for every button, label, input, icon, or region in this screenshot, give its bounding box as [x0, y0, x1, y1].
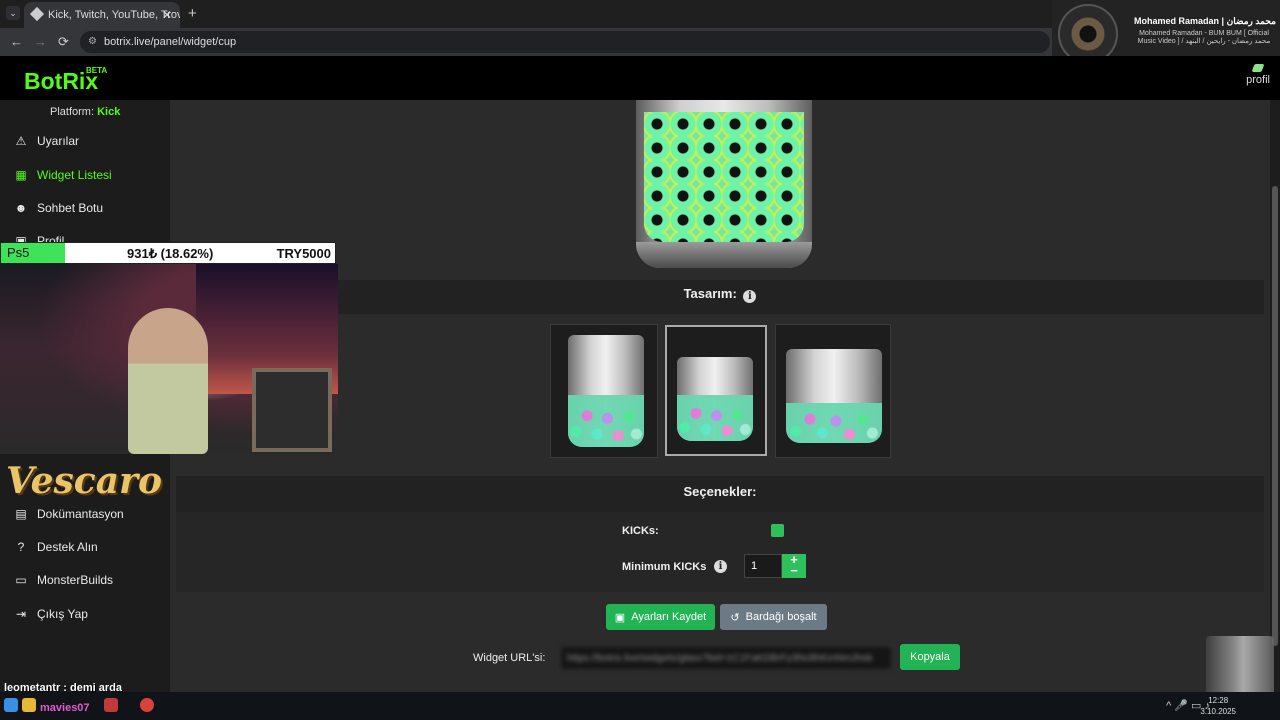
cup-wide-icon [786, 349, 882, 443]
warning-icon: ⚠ [15, 134, 27, 148]
min-kicks-label: Minimum KICKs [622, 561, 706, 573]
kicks-checkbox[interactable] [771, 524, 784, 537]
minus-button[interactable]: − [782, 564, 806, 577]
balls [786, 403, 882, 443]
back-button[interactable]: ← [10, 34, 23, 49]
info-icon[interactable]: i [714, 560, 727, 573]
cup-tall-icon [568, 335, 644, 447]
kicks-label: KICKs: [622, 525, 659, 537]
profile-link[interactable]: profil [1246, 64, 1270, 86]
beta-badge: BETA [86, 66, 108, 75]
platform-label: Platform: [50, 106, 95, 118]
url-text: botrix.live/panel/widget/cup [104, 36, 237, 48]
media-title: Mohamed Ramadan | محمد رمضان [1134, 16, 1276, 26]
new-tab-button[interactable]: + [188, 5, 197, 22]
profile-icon [1251, 64, 1265, 72]
tab-close-icon[interactable]: ✕ [162, 8, 172, 22]
clock-time: 12:28 [1208, 696, 1229, 705]
sidebar-item-label: Dokümantasyon [37, 507, 124, 521]
cup-short-icon [677, 357, 753, 441]
taskbar: mavies07 ^ 🎤 ▭ ♪ 12:28 3.10.2025 [0, 692, 1280, 720]
url-field[interactable]: ⚙ botrix.live/panel/widget/cup [80, 31, 1050, 53]
sidebar-item-label: Çıkış Yap [37, 607, 88, 621]
browser-tab[interactable]: Kick, Twitch, YouTube, Trovo ve ✕ [24, 2, 180, 28]
sidebar-item-label: Widget Listesi [37, 168, 112, 182]
cup-design-option[interactable] [550, 324, 658, 458]
media-subtitle: Mohamed Ramadan - BUM BUM [ Official Mus… [1137, 30, 1271, 45]
sidebar-item-label: Destek Alın [37, 540, 98, 554]
cup-preview [636, 100, 812, 268]
kick-balls [644, 112, 804, 242]
options-panel [176, 512, 1264, 592]
design-title-text: Tasarım: [683, 286, 737, 301]
options-title: Seçenekler: [683, 484, 757, 499]
empty-button-label: Bardağı boşalt [745, 611, 817, 623]
help-icon: ? [17, 540, 25, 554]
goal-progress: 931₺ (18.62%) [127, 246, 214, 261]
save-button-label: Ayarları Kaydet [631, 611, 707, 623]
streamer [128, 308, 208, 454]
app-header: BotRix BETA profil [0, 56, 1280, 100]
sidebar-item-sign-out[interactable]: ⇥ Çıkış Yap [14, 607, 88, 621]
info-icon[interactable]: i [743, 290, 757, 303]
sidebar-item-monsterbuilds[interactable]: ▭ MonsterBuilds [14, 573, 113, 587]
clock[interactable]: 12:28 3.10.2025 [1200, 695, 1236, 717]
cup-design-option[interactable] [775, 324, 891, 458]
empty-cup-button[interactable]: ↺ Bardağı boşalt [720, 604, 827, 630]
folder-icon[interactable] [22, 698, 36, 712]
forward-button[interactable]: → [34, 34, 47, 49]
sidebar-item-support[interactable]: ? Destek Alın [14, 540, 98, 554]
robot-icon: ☻ [14, 201, 28, 215]
record-icon[interactable] [140, 698, 154, 712]
platform-indicator: Platform: Kick [50, 106, 120, 118]
sidebar-item-label: MonsterBuilds [37, 573, 114, 587]
widget-url-label: Widget URL'si: [473, 652, 546, 664]
cup-base [636, 242, 812, 268]
sidebar-item-widget-list[interactable]: ▦ Widget Listesi [14, 168, 112, 182]
streamer-brand-logo: Vescaro [6, 460, 163, 502]
undo-icon: ↺ [730, 611, 740, 624]
reload-button[interactable]: ⟳ [58, 34, 69, 50]
windows-icon[interactable] [4, 698, 18, 712]
favicon-icon [29, 6, 45, 22]
cup-design-option-selected[interactable] [665, 325, 767, 456]
sidebar-item-docs[interactable]: ▤ Dokümantasyon [14, 507, 124, 521]
site-info-icon[interactable]: ⚙ [88, 36, 97, 47]
copy-button[interactable]: Kopyala [900, 644, 960, 670]
profile-label: profil [1246, 74, 1270, 86]
sidebar-item-chat-bot[interactable]: ☻ Sohbet Botu [14, 201, 103, 215]
quantity-stepper[interactable]: + − [782, 553, 806, 578]
balls [568, 395, 644, 447]
save-settings-button[interactable]: ▣ Ayarları Kaydet [606, 604, 715, 630]
scrollbar-thumb[interactable] [1272, 186, 1278, 646]
signout-icon: ⇥ [15, 607, 27, 621]
clock-date: 3.10.2025 [1200, 707, 1236, 716]
media-notification[interactable]: Mohamed Ramadan | محمد رمضان Mohamed Ram… [1052, 0, 1280, 64]
tab-title: Kick, Twitch, YouTube, Trovo ve [48, 9, 180, 21]
goal-target: TRY5000 [276, 246, 331, 261]
tab-search-button[interactable]: ⌄ [6, 6, 20, 20]
app-icon[interactable] [104, 698, 118, 712]
taskbar-user: mavies07 [40, 702, 90, 714]
donation-goal-bar: Ps5 931₺ (18.62%) TRY5000 [0, 242, 336, 264]
sidebar-item-alerts[interactable]: ⚠ Uyarılar [14, 134, 79, 148]
widget-url-field[interactable]: https://botrix.live/widgets/glass?bid=1C… [560, 646, 892, 670]
min-kicks-text: Minimum KICKs [622, 561, 707, 573]
grid-icon: ▦ [15, 168, 27, 182]
scrollbar[interactable] [1270, 100, 1280, 692]
chalkboard [252, 368, 332, 452]
laptop-icon: ▭ [15, 573, 27, 587]
min-kicks-input[interactable]: 1 [744, 554, 782, 578]
webcam-overlay [0, 264, 338, 454]
sidebar-item-label: Sohbet Botu [37, 201, 104, 215]
sidebar-item-label: Uyarılar [37, 134, 80, 148]
platform-value: Kick [97, 106, 121, 118]
save-icon: ▣ [614, 611, 626, 624]
docs-icon: ▤ [15, 507, 27, 521]
album-art [1058, 4, 1118, 64]
goal-name: Ps5 [1, 243, 65, 263]
balls [677, 395, 753, 441]
